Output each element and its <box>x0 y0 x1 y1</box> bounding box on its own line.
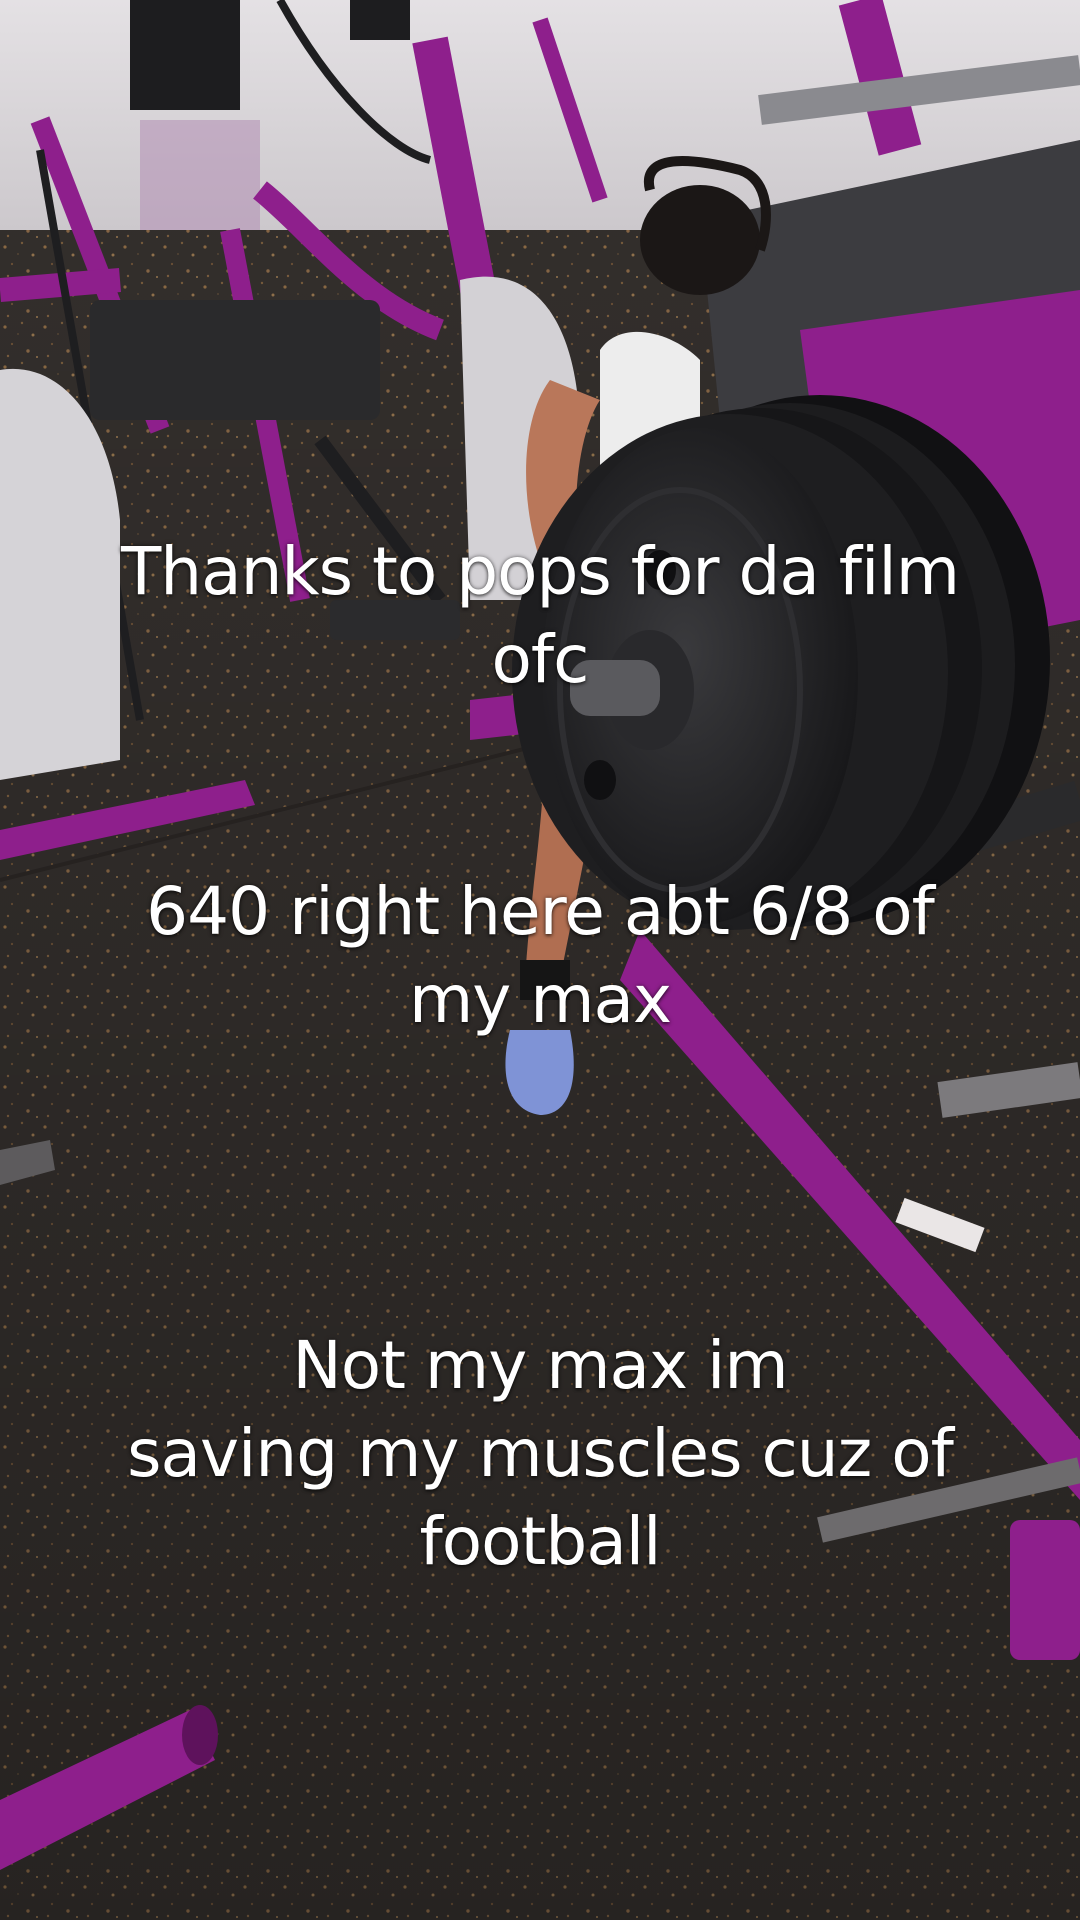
video-frame: Thanks to pops for da film ofc 640 right… <box>0 0 1080 1920</box>
caption-thanks: Thanks to pops for da film ofc <box>120 533 960 698</box>
caption-weight: 640 right here abt 6/8 of my max <box>146 873 935 1038</box>
caption-not-max: Not my max im saving my muscles cuz of f… <box>127 1327 954 1580</box>
